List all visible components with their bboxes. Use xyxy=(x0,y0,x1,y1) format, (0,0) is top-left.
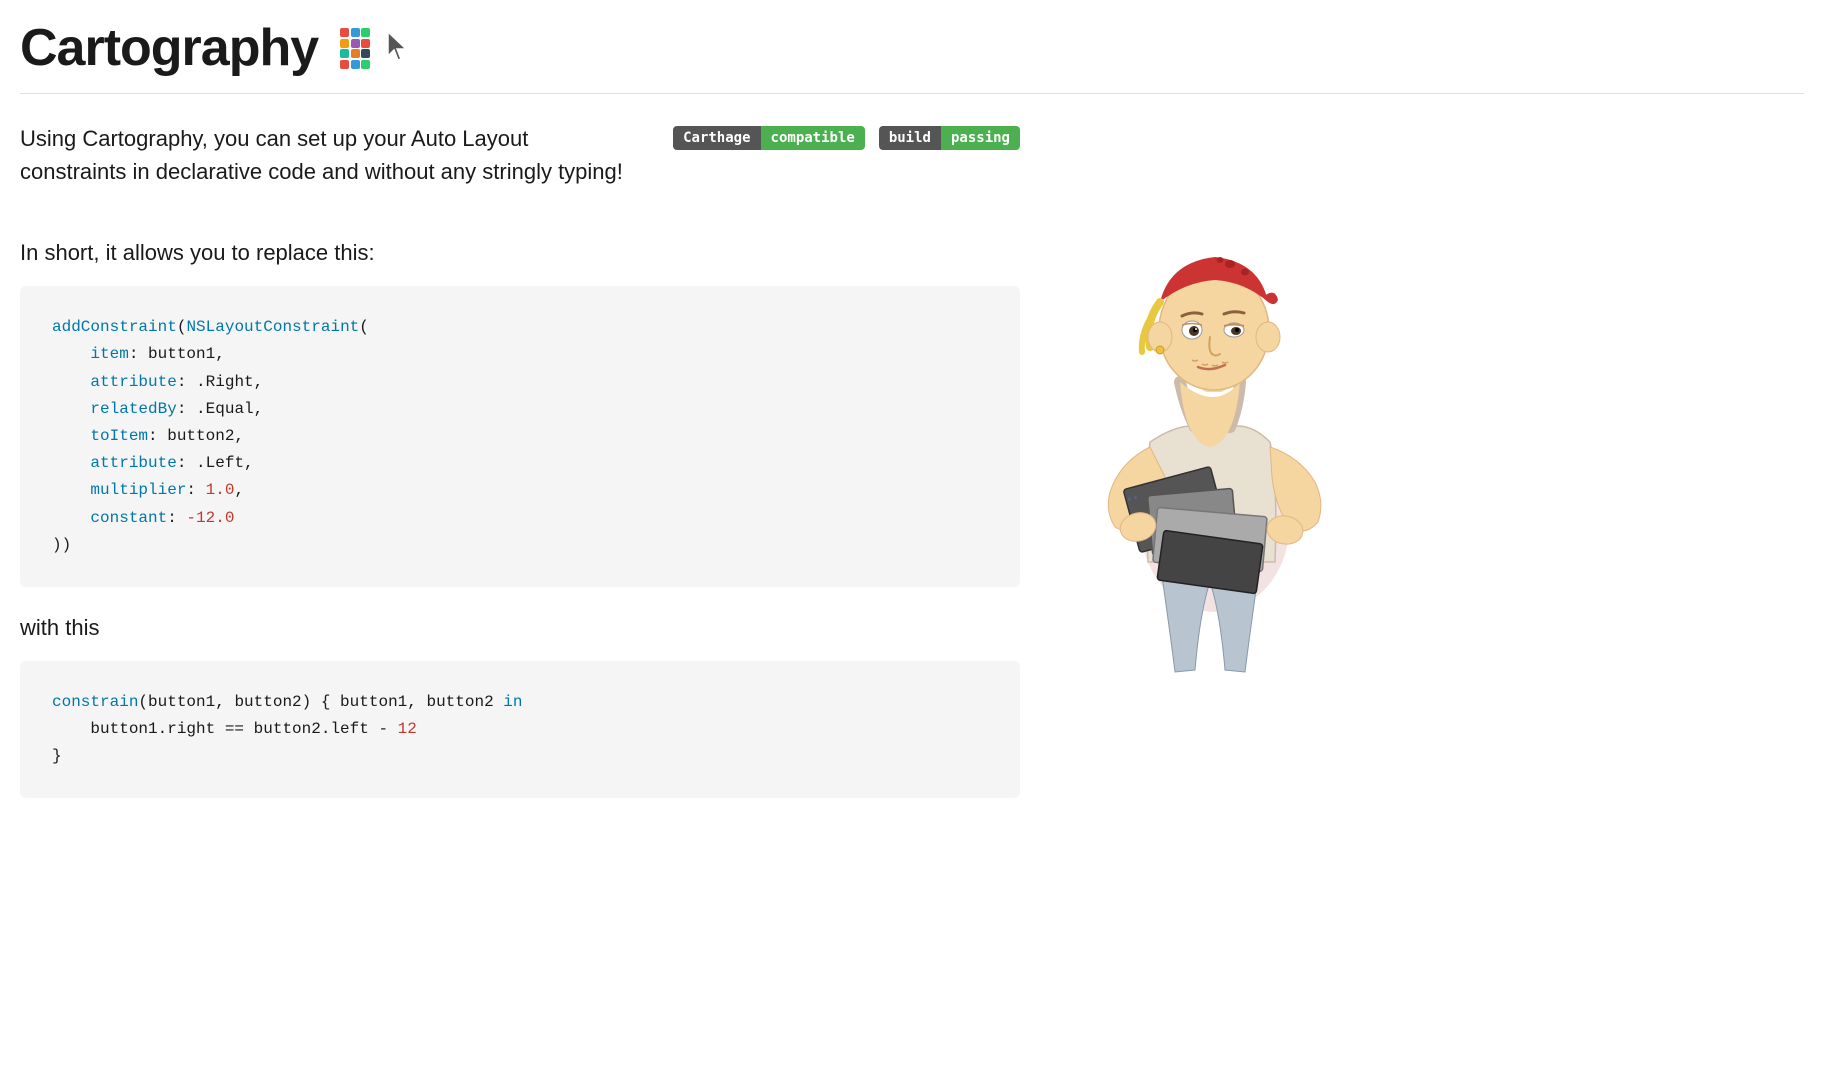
code-line: attribute: .Right, xyxy=(52,369,988,396)
code-line: button1.right == button2.left - 12 xyxy=(52,716,988,743)
header-section: Cartography xyxy=(20,20,1804,94)
intro-text: Using Cartography, you can set up your A… xyxy=(20,122,633,188)
left-content: Using Cartography, you can set up your A… xyxy=(20,122,1020,826)
with-this-label: with this xyxy=(20,615,1020,641)
build-badge-right: passing xyxy=(941,126,1020,150)
build-badge: build passing xyxy=(879,126,1020,150)
code-block-2: constrain(button1, button2) { button1, b… xyxy=(20,661,1020,799)
code-line: attribute: .Left, xyxy=(52,450,988,477)
phone-icon xyxy=(340,28,370,69)
carthage-badge: Carthage compatible xyxy=(673,126,865,150)
code-line: addConstraint(NSLayoutConstraint( xyxy=(52,314,988,341)
code-line: multiplier: 1.0, xyxy=(52,477,988,504)
page-title: Cartography xyxy=(20,20,318,77)
code-line: } xyxy=(52,743,988,770)
build-badge-left: build xyxy=(879,126,941,150)
character-illustration: ♦ ♦ xyxy=(1060,182,1360,682)
cursor-icon xyxy=(384,30,412,67)
page-container: Cartography xyxy=(20,20,1804,826)
code-line: constant: -12.0 xyxy=(52,505,988,532)
title-icons xyxy=(330,28,412,69)
code-block-1: addConstraint(NSLayoutConstraint( item: … xyxy=(20,286,1020,587)
code-line: constrain(button1, button2) { button1, b… xyxy=(52,689,988,716)
carthage-badge-right: compatible xyxy=(761,126,865,150)
code-line: toItem: button2, xyxy=(52,423,988,450)
code-line: item: button1, xyxy=(52,341,988,368)
main-layout: Using Cartography, you can set up your A… xyxy=(20,122,1804,826)
replace-label: In short, it allows you to replace this: xyxy=(20,240,1020,266)
badges-container: Carthage compatible build passing xyxy=(673,126,1020,150)
code-line: )) xyxy=(52,532,988,559)
intro-badges-row: Using Cartography, you can set up your A… xyxy=(20,122,1020,216)
character-illustration-container: ♦ ♦ xyxy=(1060,182,1380,687)
code-line: relatedBy: .Equal, xyxy=(52,396,988,423)
carthage-badge-left: Carthage xyxy=(673,126,760,150)
